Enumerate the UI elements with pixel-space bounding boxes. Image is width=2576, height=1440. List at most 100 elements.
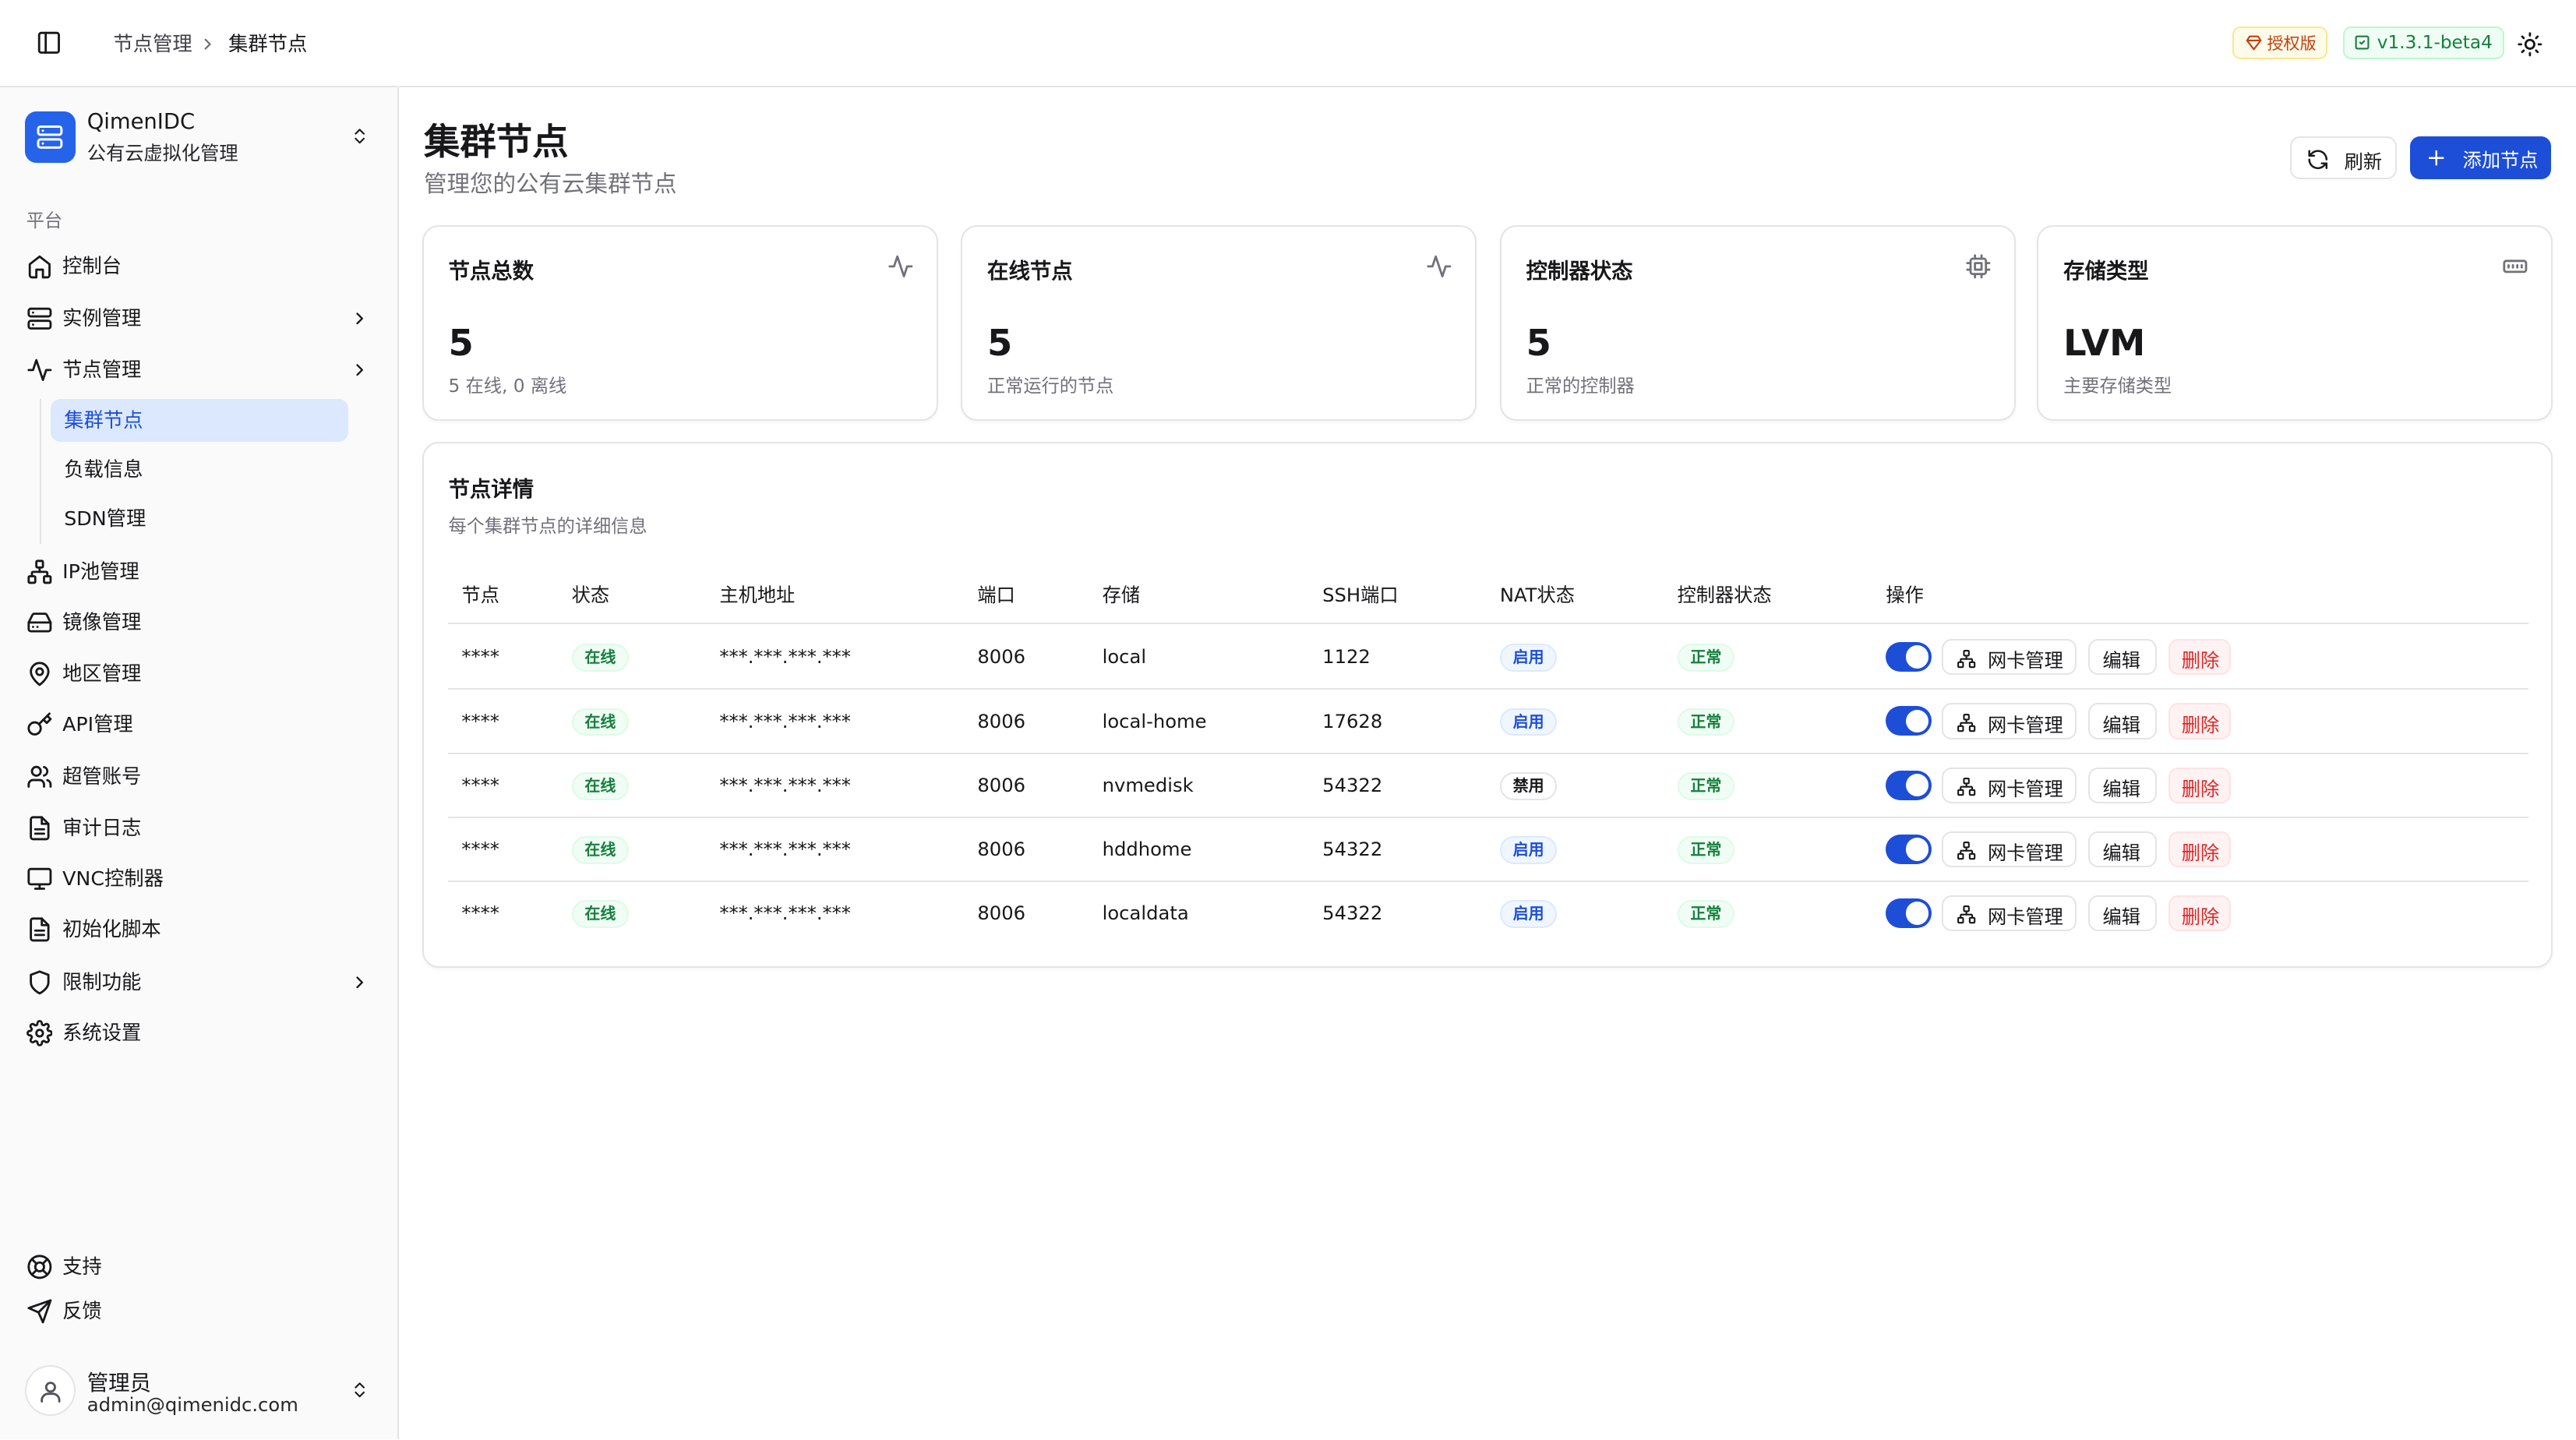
sidebar-item-dashboard[interactable]: 控制台 xyxy=(13,243,375,289)
network-icon xyxy=(1957,713,1976,732)
edit-label: 编辑 xyxy=(2102,777,2141,800)
add-node-button[interactable]: 添加节点 xyxy=(2410,136,2552,179)
network-icon xyxy=(1957,842,1976,860)
sidebar-toggle-icon[interactable] xyxy=(36,30,62,56)
sidebar-item-nodes[interactable]: 节点管理 xyxy=(13,347,375,393)
network-icon xyxy=(1957,649,1976,668)
sidebar-item-label: 地区管理 xyxy=(62,662,142,685)
sidebar-item-init-scripts[interactable]: 初始化脚本 xyxy=(13,907,375,953)
edit-button[interactable]: 编辑 xyxy=(2087,767,2158,803)
sidebar-item-admin-accounts[interactable]: 超管账号 xyxy=(13,754,375,800)
sidebar-item-label: 节点管理 xyxy=(62,358,142,381)
brand-name: QimenIDC xyxy=(86,110,196,135)
column-header-nat: NAT状态 xyxy=(1499,584,1575,607)
cpu-icon xyxy=(1966,253,1991,278)
node-enabled-toggle[interactable] xyxy=(1886,770,1932,800)
cell-port: 8006 xyxy=(977,709,1026,732)
column-header-node: 节点 xyxy=(461,584,499,607)
sidebar-subitem-label: 负载信息 xyxy=(64,458,143,482)
nic-manage-label: 网卡管理 xyxy=(1987,713,2063,736)
controller-badge: 正常 xyxy=(1677,836,1735,864)
delete-label: 删除 xyxy=(2181,842,2220,865)
node-enabled-toggle[interactable] xyxy=(1886,642,1932,672)
monitor-icon xyxy=(27,867,52,891)
chevrons-up-down-icon xyxy=(355,1382,365,1398)
sidebar-item-restrictions[interactable]: 限制功能 xyxy=(13,959,375,1005)
nic-manage-label: 网卡管理 xyxy=(1987,842,2063,865)
hard-drive-icon xyxy=(27,612,52,633)
node-enabled-toggle[interactable] xyxy=(1886,706,1932,736)
chevron-right-icon xyxy=(356,312,364,325)
nat-badge: 启用 xyxy=(1499,900,1558,929)
sidebar-item-support[interactable]: 支持 xyxy=(13,1244,375,1290)
stat-card-title: 控制器状态 xyxy=(1526,259,1633,284)
sidebar-item-vnc[interactable]: VNC控制器 xyxy=(13,856,375,902)
license-badge: 授权版 xyxy=(2232,26,2328,59)
status-badge: 在线 xyxy=(571,708,630,736)
column-header-ssh-port: SSH端口 xyxy=(1322,584,1399,607)
node-enabled-toggle[interactable] xyxy=(1886,834,1932,864)
refresh-button[interactable]: 刷新 xyxy=(2290,136,2398,179)
edit-button[interactable]: 编辑 xyxy=(2087,639,2158,676)
delete-label: 删除 xyxy=(2181,777,2220,800)
sidebar-subitem-label: 集群节点 xyxy=(64,408,143,432)
app-root: QimenIDC 公有云虚拟化管理 平台 控制台 实例管理 节点管理 集群节点 … xyxy=(0,0,2576,1439)
breadcrumb-parent[interactable]: 节点管理 xyxy=(113,31,192,58)
delete-button[interactable]: 删除 xyxy=(2168,895,2232,932)
cell-host: ***.***.***.*** xyxy=(719,773,851,796)
sidebar-item-regions[interactable]: 地区管理 xyxy=(13,651,375,697)
send-icon xyxy=(27,1299,52,1323)
brand-switcher[interactable]: QimenIDC 公有云虚拟化管理 xyxy=(23,108,375,168)
sidebar-group-label: 平台 xyxy=(26,210,63,231)
activity-icon xyxy=(888,255,912,277)
sidebar-item-settings[interactable]: 系统设置 xyxy=(13,1011,375,1057)
user-menu[interactable]: 管理员 admin@qimenidc.com xyxy=(23,1361,375,1423)
sidebar-subitem-sdn[interactable]: SDN管理 xyxy=(51,498,348,541)
sidebar-item-label: 实例管理 xyxy=(62,307,142,330)
stat-card-subtitle: 主要存储类型 xyxy=(2063,376,2172,397)
sidebar-subitem-load-info[interactable]: 负载信息 xyxy=(51,449,348,492)
sidebar-item-api[interactable]: API管理 xyxy=(13,701,375,747)
node-enabled-toggle[interactable] xyxy=(1886,898,1932,929)
delete-label: 删除 xyxy=(2181,649,2220,672)
delete-button[interactable]: 删除 xyxy=(2168,639,2232,676)
delete-button[interactable]: 删除 xyxy=(2168,767,2232,803)
user-email: admin@qimenidc.com xyxy=(86,1392,298,1416)
column-header-actions: 操作 xyxy=(1886,584,1924,607)
nic-manage-button[interactable]: 网卡管理 xyxy=(1942,703,2077,739)
sidebar-item-label: 反馈 xyxy=(62,1299,102,1322)
sidebar-item-label: VNC控制器 xyxy=(62,867,164,891)
edit-button[interactable]: 编辑 xyxy=(2087,895,2158,932)
nat-badge: 启用 xyxy=(1499,836,1558,864)
nic-manage-label: 网卡管理 xyxy=(1987,777,2063,800)
server-icon xyxy=(27,307,52,330)
nic-manage-button[interactable]: 网卡管理 xyxy=(1942,895,2077,932)
delete-button[interactable]: 删除 xyxy=(2168,831,2232,868)
column-header-port: 端口 xyxy=(977,584,1015,607)
nic-manage-button[interactable]: 网卡管理 xyxy=(1942,767,2077,803)
stat-card-title: 在线节点 xyxy=(987,259,1073,284)
cell-port: 8006 xyxy=(977,773,1026,796)
sidebar-subitem-cluster-nodes[interactable]: 集群节点 xyxy=(51,399,348,443)
home-icon xyxy=(28,255,51,279)
sidebar-item-instances[interactable]: 实例管理 xyxy=(13,296,375,342)
node-details-title: 节点详情 xyxy=(448,477,535,502)
nic-manage-button[interactable]: 网卡管理 xyxy=(1942,831,2077,868)
shield-icon xyxy=(29,970,50,995)
nic-manage-button[interactable]: 网卡管理 xyxy=(1942,639,2077,676)
stat-card-value: LVM xyxy=(2063,322,2146,365)
sidebar-item-audit-log[interactable]: 审计日志 xyxy=(13,805,375,851)
edit-button[interactable]: 编辑 xyxy=(2087,703,2158,739)
sidebar-item-ip-pool[interactable]: IP池管理 xyxy=(13,549,375,595)
sidebar-item-images[interactable]: 镜像管理 xyxy=(13,600,375,646)
edit-button[interactable]: 编辑 xyxy=(2087,831,2158,868)
stat-card-subtitle: 5 在线, 0 离线 xyxy=(448,376,567,397)
chevron-right-icon xyxy=(356,976,364,989)
cell-host: ***.***.***.*** xyxy=(719,902,851,925)
delete-button[interactable]: 删除 xyxy=(2168,703,2232,739)
sidebar-item-label: 审计日志 xyxy=(62,816,142,839)
stat-card-subtitle: 正常运行的节点 xyxy=(987,376,1114,397)
page-title: 集群节点 xyxy=(423,121,569,164)
sidebar-item-feedback[interactable]: 反馈 xyxy=(13,1288,375,1334)
sun-icon[interactable] xyxy=(2517,31,2543,58)
